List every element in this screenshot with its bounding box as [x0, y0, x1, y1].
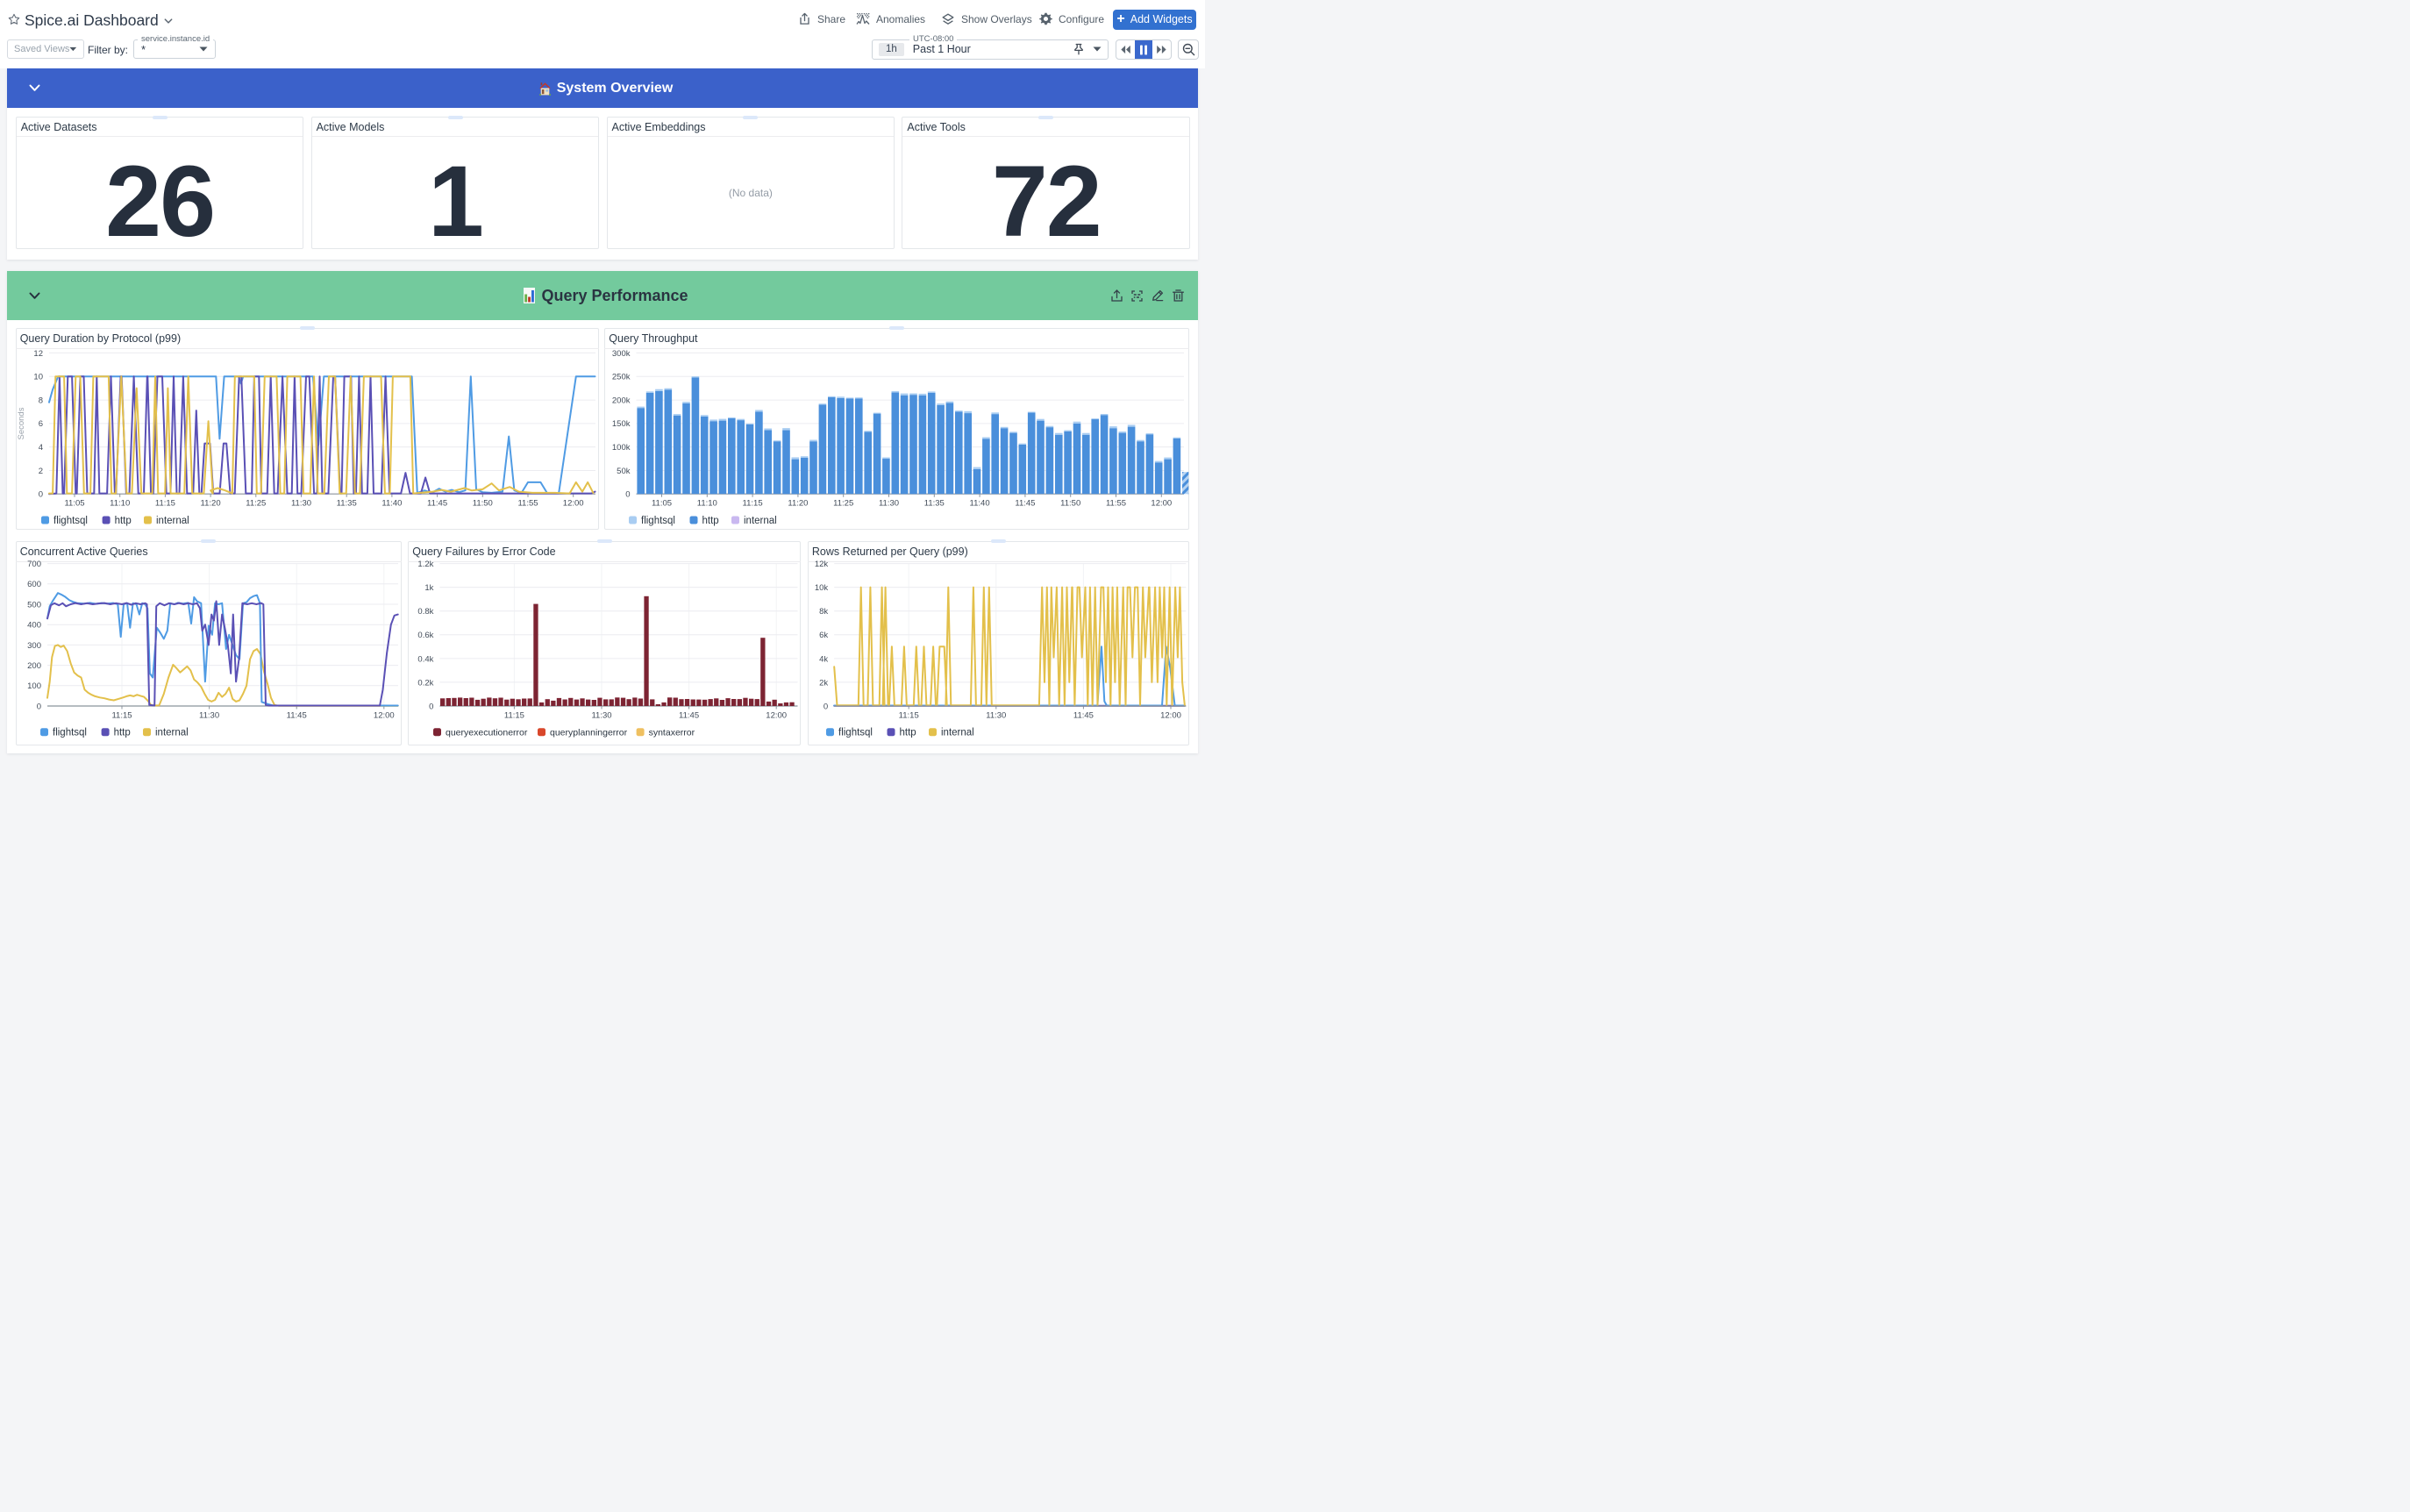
svg-text:11:20: 11:20 — [201, 499, 221, 509]
svg-text:11:25: 11:25 — [833, 499, 853, 509]
svg-text:150k: 150k — [612, 419, 631, 429]
svg-text:0.4k: 0.4k — [417, 654, 433, 664]
svg-text:11:05: 11:05 — [64, 499, 84, 509]
svg-text:0: 0 — [39, 490, 43, 500]
svg-text:11:45: 11:45 — [287, 711, 307, 721]
svg-text:11:55: 11:55 — [1106, 499, 1126, 509]
svg-text:http: http — [900, 728, 916, 738]
svg-text:6: 6 — [39, 419, 43, 429]
svg-text:250k: 250k — [612, 373, 631, 382]
svg-text:400: 400 — [27, 621, 41, 631]
svg-text:internal: internal — [941, 728, 974, 738]
svg-text:11:30: 11:30 — [879, 499, 899, 509]
svg-text:12:00: 12:00 — [1160, 711, 1181, 721]
svg-text:6k: 6k — [819, 631, 828, 640]
svg-text:0: 0 — [429, 702, 433, 711]
svg-text:queryexecutionerror: queryexecutionerror — [446, 728, 528, 738]
svg-text:11:30: 11:30 — [199, 711, 219, 721]
svg-text:300k: 300k — [612, 349, 631, 359]
svg-text:flightsql: flightsql — [53, 516, 88, 526]
svg-text:600: 600 — [27, 580, 41, 589]
svg-text:8k: 8k — [819, 607, 828, 617]
svg-text:11:15: 11:15 — [899, 711, 919, 721]
svg-text:11:50: 11:50 — [473, 499, 493, 509]
svg-text:11:45: 11:45 — [1073, 711, 1094, 721]
svg-text:700: 700 — [27, 560, 41, 569]
svg-text:2k: 2k — [819, 678, 828, 688]
svg-text:http: http — [114, 728, 131, 738]
svg-text:0.8k: 0.8k — [417, 607, 433, 617]
svg-text:flightsql: flightsql — [53, 728, 87, 738]
svg-text:11:10: 11:10 — [697, 499, 717, 509]
svg-text:200: 200 — [27, 661, 41, 671]
svg-text:11:15: 11:15 — [111, 711, 132, 721]
svg-text:11:45: 11:45 — [679, 711, 699, 721]
svg-text:11:30: 11:30 — [986, 711, 1006, 721]
svg-text:4: 4 — [39, 443, 43, 453]
svg-text:queryplanningerror: queryplanningerror — [550, 728, 628, 738]
svg-text:11:35: 11:35 — [337, 499, 357, 509]
svg-text:11:40: 11:40 — [381, 499, 402, 509]
svg-text:11:15: 11:15 — [504, 711, 524, 721]
svg-text:12:00: 12:00 — [1151, 499, 1172, 509]
svg-text:11:30: 11:30 — [591, 711, 611, 721]
svg-text:11:35: 11:35 — [924, 499, 945, 509]
svg-text:http: http — [115, 516, 132, 526]
svg-text:flightsql: flightsql — [641, 516, 675, 526]
svg-text:11:10: 11:10 — [110, 499, 130, 509]
svg-text:internal: internal — [155, 728, 189, 738]
svg-text:50k: 50k — [617, 467, 631, 476]
svg-text:11:15: 11:15 — [743, 499, 763, 509]
svg-text:100k: 100k — [612, 443, 631, 453]
svg-text:0: 0 — [625, 490, 630, 500]
svg-text:11:05: 11:05 — [652, 499, 672, 509]
svg-text:syntaxerror: syntaxerror — [649, 728, 695, 738]
svg-text:12: 12 — [33, 349, 43, 359]
svg-text:12k: 12k — [815, 560, 829, 569]
svg-text:100: 100 — [27, 681, 41, 691]
svg-text:10: 10 — [33, 373, 43, 382]
svg-text:300: 300 — [27, 641, 41, 651]
svg-text:0.2k: 0.2k — [417, 678, 433, 688]
svg-text:4k: 4k — [819, 654, 828, 664]
svg-text:12:00: 12:00 — [766, 711, 787, 721]
svg-text:2: 2 — [39, 467, 43, 476]
svg-text:8: 8 — [39, 396, 43, 405]
svg-text:0: 0 — [824, 702, 828, 711]
svg-text:0: 0 — [37, 702, 41, 711]
svg-text:Seconds: Seconds — [17, 407, 26, 439]
svg-text:11:40: 11:40 — [970, 499, 990, 509]
svg-text:internal: internal — [744, 516, 777, 526]
svg-text:11:30: 11:30 — [291, 499, 311, 509]
svg-text:12:00: 12:00 — [563, 499, 584, 509]
svg-text:11:45: 11:45 — [427, 499, 447, 509]
svg-text:12:00: 12:00 — [374, 711, 395, 721]
svg-text:200k: 200k — [612, 396, 631, 405]
svg-text:10k: 10k — [815, 583, 829, 593]
svg-text:flightsql: flightsql — [838, 728, 873, 738]
svg-text:11:45: 11:45 — [1015, 499, 1035, 509]
svg-text:1k: 1k — [424, 583, 433, 593]
svg-text:500: 500 — [27, 600, 41, 610]
svg-text:http: http — [702, 516, 719, 526]
svg-text:internal: internal — [156, 516, 189, 526]
svg-text:11:55: 11:55 — [517, 499, 538, 509]
svg-text:11:50: 11:50 — [1060, 499, 1080, 509]
svg-text:11:15: 11:15 — [155, 499, 175, 509]
svg-text:0.6k: 0.6k — [417, 631, 433, 640]
svg-text:1.2k: 1.2k — [417, 560, 433, 569]
svg-text:11:25: 11:25 — [246, 499, 266, 509]
svg-text:11:20: 11:20 — [788, 499, 808, 509]
